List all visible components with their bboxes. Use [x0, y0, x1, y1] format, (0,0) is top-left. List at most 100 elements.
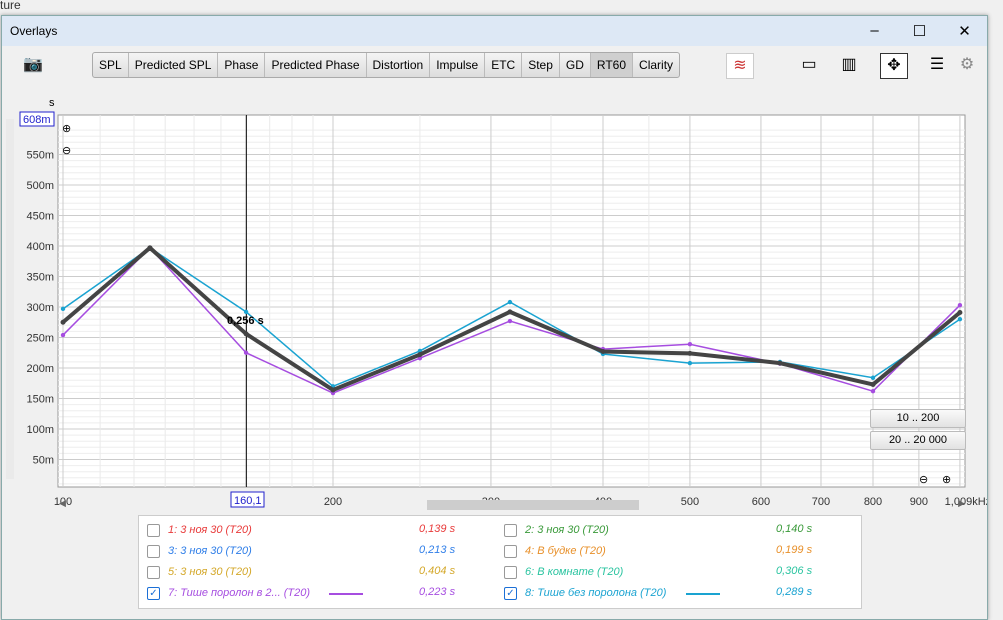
legend-swatch [329, 593, 363, 595]
scrollbar-thumb[interactable] [427, 500, 639, 510]
tab-spl[interactable]: SPL [93, 53, 129, 77]
legend-item: 1: 3 ноя 30 (T20) [147, 520, 252, 540]
zoom-out-icon: ⊖ [62, 145, 71, 157]
legend-checkbox[interactable]: ✓ [147, 586, 160, 600]
tab-gd[interactable]: GD [560, 53, 591, 77]
tab-etc[interactable]: ETC [485, 53, 523, 77]
legend-panel: 1: 3 ноя 30 (T20) 0,139 s 2: 3 ноя 30 (T20… [138, 515, 862, 609]
camera-icon[interactable]: 📷 [20, 53, 46, 77]
legend-value: 0,213 s [419, 544, 456, 556]
legend-label: 2: 3 ноя 30 (T20) [525, 524, 609, 536]
legend-checkbox[interactable] [147, 523, 160, 537]
legend-label: 8: Тише без поролона (T20) [525, 587, 667, 599]
minimize-button[interactable]: – [852, 22, 897, 40]
data-point [957, 309, 963, 315]
horizontal-scrollbar[interactable]: ◀ ▶ [57, 498, 967, 512]
tab-impulse[interactable]: Impulse [430, 53, 486, 77]
data-point [60, 306, 66, 312]
window-layout-icon[interactable]: ▭ [796, 53, 822, 77]
zoom-in-x-icon: ⊕ [942, 474, 951, 486]
overlay-traces-icon[interactable]: ≋ [726, 53, 754, 79]
data-point [417, 352, 423, 358]
controls-panel-icon[interactable]: ☰ [924, 53, 950, 77]
data-point [60, 332, 66, 338]
legend-item: 5: 3 ноя 30 (T20) [147, 562, 252, 582]
legend-item: ✓ 7: Тише поролон в 2... (T20) [147, 583, 310, 603]
legend-checkbox[interactable] [147, 565, 160, 579]
tab-predicted-spl[interactable]: Predicted SPL [129, 53, 219, 77]
legend-checkbox[interactable]: ✓ [504, 586, 517, 600]
y-tick-label: 50m [33, 455, 54, 467]
y-tick-label: 550m [26, 150, 54, 162]
data-point [870, 388, 876, 394]
y-tick-label: 100m [26, 424, 54, 436]
legend-item: 3: 3 ноя 30 (T20) [147, 541, 252, 561]
zoom-in-icon: ⊕ [62, 123, 71, 135]
legend-item: 2: 3 ноя 30 (T20) [504, 520, 609, 540]
y-cursor-label: 608m [23, 114, 51, 126]
data-point [600, 349, 606, 355]
data-point [957, 317, 963, 322]
vertical-scrollbar[interactable] [6, 119, 14, 479]
data-point [777, 360, 783, 366]
data-point [243, 331, 249, 337]
legend-checkbox[interactable] [504, 544, 517, 558]
background-text: ture [0, 0, 21, 12]
legend-label: 7: Тише поролон в 2... (T20) [168, 587, 311, 599]
data-point [507, 318, 513, 324]
tab-rt60[interactable]: RT60 [590, 53, 634, 77]
close-button[interactable]: ✕ [942, 22, 987, 40]
data-point [507, 299, 513, 305]
range-button-10-200[interactable]: 10 .. 200 [870, 409, 966, 428]
data-point [243, 309, 249, 315]
legend-checkbox[interactable] [504, 565, 517, 579]
legend-value: 0,139 s [419, 523, 456, 535]
gear-icon[interactable]: ⚙ [954, 53, 980, 77]
y-tick-label: 300m [26, 302, 54, 314]
data-point [870, 375, 876, 380]
legend-swatch [686, 593, 720, 595]
data-point [243, 350, 249, 355]
legend-label: 5: 3 ноя 30 (T20) [168, 566, 252, 578]
toolbar: 📷 SPL Predicted SPL Phase Predicted Phase Di… [2, 52, 987, 80]
legend-checkbox[interactable] [504, 523, 517, 537]
cursor-readout: 0,256 s [227, 315, 264, 327]
range-button-20-20000[interactable]: 20 .. 20 000 [870, 431, 966, 450]
y-unit-label: s [49, 97, 55, 109]
data-point [957, 302, 963, 308]
data-point [60, 319, 66, 325]
zoom-out-x-icon: ⊖ [919, 474, 928, 486]
legend-label: 6: В комнате (T20) [525, 566, 624, 578]
tab-distortion[interactable]: Distortion [367, 53, 431, 77]
legend-label: 4: В будке (T20) [525, 545, 606, 557]
legend-item: ✓ 8: Тише без поролона (T20) [504, 583, 666, 603]
y-tick-label: 450m [26, 211, 54, 223]
legend-value: 0,306 s [776, 565, 813, 577]
overlays-window: Overlays – ☐ ✕ 📷 SPL Predicted SPL Phase Pr… [1, 15, 988, 620]
legend-value: 0,140 s [776, 523, 813, 535]
move-arrows-icon[interactable]: ✥ [880, 53, 908, 79]
data-point [687, 350, 693, 356]
data-point [870, 381, 876, 387]
y-tick-label: 150m [26, 394, 54, 406]
y-tick-label: 250m [26, 333, 54, 345]
title-bar: Overlays – ☐ ✕ [2, 16, 987, 46]
rt60-chart[interactable]: s 608m 550m 500m 450m 400m 350m 300m 250m 200m 150… [2, 81, 987, 551]
legend-value: 0,199 s [776, 544, 813, 556]
y-tick-label: 200m [26, 363, 54, 375]
data-point [330, 387, 336, 393]
tab-predicted-phase[interactable]: Predicted Phase [265, 53, 367, 77]
tab-phase[interactable]: Phase [218, 53, 266, 77]
legend-checkbox[interactable] [147, 544, 160, 558]
data-point [507, 309, 513, 315]
tab-clarity[interactable]: Clarity [633, 53, 679, 77]
legend-value: 0,289 s [776, 586, 813, 598]
legend-label: 1: 3 ноя 30 (T20) [168, 524, 252, 536]
columns-layout-icon[interactable]: ▥ [836, 53, 862, 77]
legend-value: 0,223 s [419, 586, 456, 598]
maximize-button[interactable]: ☐ [897, 22, 942, 40]
legend-label: 3: 3 ноя 30 (T20) [168, 545, 252, 557]
data-point [687, 342, 693, 347]
legend-item: 4: В будке (T20) [504, 541, 606, 561]
tab-step[interactable]: Step [522, 53, 560, 77]
